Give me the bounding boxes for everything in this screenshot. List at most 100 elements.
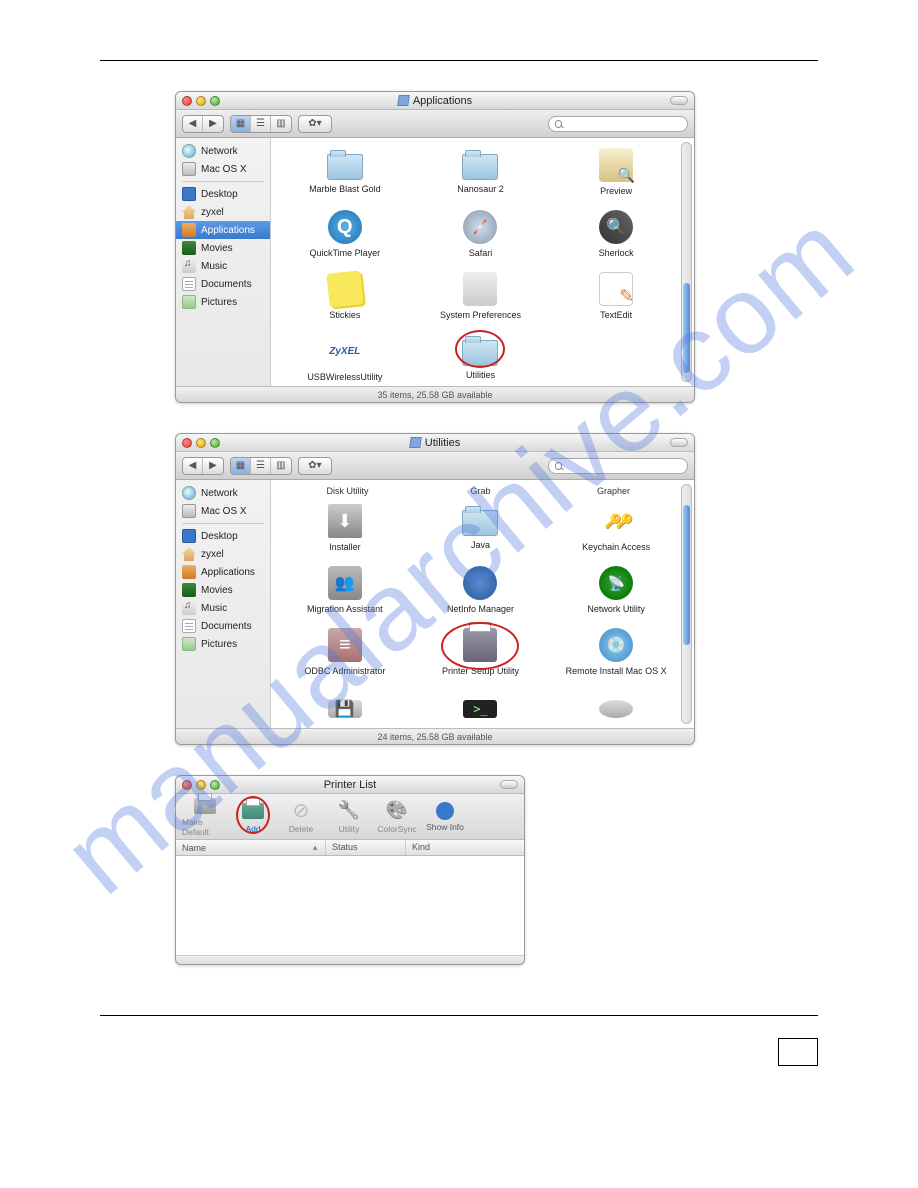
app-partial-1[interactable] <box>281 690 409 718</box>
app-printer-setup[interactable]: Printer Setup Utility <box>417 628 545 676</box>
app-netinfo[interactable]: NetInfo Manager <box>417 566 545 614</box>
titlebar[interactable]: Applications <box>176 92 694 110</box>
column-view-button[interactable]: ▥ <box>271 116 291 132</box>
sidebar-label: Network <box>201 146 238 157</box>
sidebar-item-network[interactable]: Network <box>176 484 270 502</box>
sidebar-label: Desktop <box>201 189 238 200</box>
app-sherlock[interactable]: Sherlock <box>552 210 680 258</box>
scrollbar[interactable] <box>681 142 692 382</box>
action-menu[interactable]: ✿▾ <box>298 457 332 475</box>
sidebar-item-desktop[interactable]: Desktop <box>176 185 270 203</box>
list-view-button[interactable]: ☰ <box>251 458 271 474</box>
column-headers: Name▲ Status Kind <box>176 840 524 856</box>
icon-view-button[interactable]: ▦ <box>231 458 251 474</box>
search-input[interactable] <box>566 460 681 471</box>
sidebar-label: Movies <box>201 585 233 596</box>
sysprefs-icon <box>463 272 497 306</box>
app-netutil[interactable]: Network Utility <box>552 566 680 614</box>
app-odbc[interactable]: ODBC Administrator <box>281 628 409 676</box>
search-input[interactable] <box>566 118 681 129</box>
sidebar-item-desktop[interactable]: Desktop <box>176 527 270 545</box>
content-pane[interactable]: Disk Utility Grab Grapher Installer Java… <box>271 480 694 728</box>
list-view-button[interactable]: ☰ <box>251 116 271 132</box>
app-utilities[interactable]: Utilities <box>417 334 545 382</box>
back-button[interactable]: ◀ <box>183 458 203 474</box>
content-pane[interactable]: Marble Blast Gold Nanosaur 2 Preview Qui… <box>271 138 694 386</box>
app-label: Migration Assistant <box>307 604 383 614</box>
sidebar-item-network[interactable]: Network <box>176 142 270 160</box>
app-remote-install[interactable]: Remote Install Mac OS X <box>552 628 680 676</box>
app-stickies[interactable]: Stickies <box>281 272 409 320</box>
app-nanosaur[interactable]: Nanosaur 2 <box>417 148 545 196</box>
footer <box>176 956 524 964</box>
sidebar-item-applications[interactable]: Applications <box>176 563 270 581</box>
sidebar-item-movies[interactable]: Movies <box>176 581 270 599</box>
delete-button[interactable]: Delete <box>278 796 324 837</box>
sidebar-separator <box>182 181 264 182</box>
forward-button[interactable]: ▶ <box>203 116 223 132</box>
app-migration[interactable]: Migration Assistant <box>281 566 409 614</box>
utility-button[interactable]: Utility <box>326 796 372 837</box>
sidebar-item-home[interactable]: zyxel <box>176 545 270 563</box>
netutil-icon <box>599 566 633 600</box>
add-button[interactable]: Add <box>230 796 276 837</box>
app-usbwireless[interactable]: ZyXELUSBWirelessUtility <box>281 334 409 382</box>
app-installer[interactable]: Installer <box>281 504 409 552</box>
app-label: System Preferences <box>440 310 521 320</box>
scrollbar[interactable] <box>681 484 692 724</box>
app-keychain[interactable]: Keychain Access <box>552 504 680 552</box>
scrollbar-thumb[interactable] <box>683 283 690 373</box>
titlebar[interactable]: Utilities <box>176 434 694 452</box>
titlebar[interactable]: Printer List <box>176 776 524 794</box>
search-field[interactable] <box>548 458 688 474</box>
app-sysprefs[interactable]: System Preferences <box>417 272 545 320</box>
app-java[interactable]: Java <box>417 504 545 552</box>
sidebar-item-applications[interactable]: Applications <box>176 221 270 239</box>
desktop-icon <box>182 187 196 201</box>
title-text: Applications <box>413 95 472 107</box>
sidebar-item-documents[interactable]: Documents <box>176 617 270 635</box>
sidebar-item-music[interactable]: Music <box>176 599 270 617</box>
show-info-button[interactable]: Show Info <box>422 796 468 837</box>
app-partial-3[interactable] <box>552 690 680 718</box>
col-status[interactable]: Status <box>326 840 406 855</box>
installer-icon <box>328 504 362 538</box>
back-button[interactable]: ◀ <box>183 116 203 132</box>
app-label: Nanosaur 2 <box>457 184 504 194</box>
colorsync-button[interactable]: ColorSync <box>374 796 420 837</box>
sidebar-item-documents[interactable]: Documents <box>176 275 270 293</box>
app-textedit[interactable]: TextEdit <box>552 272 680 320</box>
app-preview[interactable]: Preview <box>552 148 680 196</box>
app-label: USBWirelessUtility <box>307 372 382 382</box>
action-menu[interactable]: ✿▾ <box>298 115 332 133</box>
app-safari[interactable]: Safari <box>417 210 545 258</box>
scrollbar-thumb[interactable] <box>683 505 690 645</box>
sidebar-label: Documents <box>201 279 252 290</box>
forward-button[interactable]: ▶ <box>203 458 223 474</box>
make-default-button[interactable]: Make Default <box>182 796 228 837</box>
finder-utilities-window: Utilities ◀ ▶ ▦ ☰ ▥ ✿▾ Network Mac OS X … <box>175 433 695 745</box>
column-view-button[interactable]: ▥ <box>271 458 291 474</box>
sidebar-item-home[interactable]: zyxel <box>176 203 270 221</box>
icon-view-button[interactable]: ▦ <box>231 116 251 132</box>
app-quicktime[interactable]: QuickTime Player <box>281 210 409 258</box>
finder-body: Network Mac OS X Desktop zyxel Applicati… <box>176 138 694 386</box>
app-partial-2[interactable] <box>417 690 545 718</box>
sidebar-item-pictures[interactable]: Pictures <box>176 293 270 311</box>
textedit-icon <box>599 272 633 306</box>
app-marble-blast[interactable]: Marble Blast Gold <box>281 148 409 196</box>
sidebar-item-movies[interactable]: Movies <box>176 239 270 257</box>
finder-body: Network Mac OS X Desktop zyxel Applicati… <box>176 480 694 728</box>
toolbar: Make Default Add Delete Utility ColorSyn… <box>176 794 524 840</box>
app-label: NetInfo Manager <box>447 604 514 614</box>
printer-icon <box>463 628 497 662</box>
sidebar-item-music[interactable]: Music <box>176 257 270 275</box>
printer-list-body[interactable] <box>176 856 524 956</box>
col-name[interactable]: Name▲ <box>176 840 326 855</box>
sidebar-item-macosx[interactable]: Mac OS X <box>176 160 270 178</box>
printer-icon <box>241 800 265 822</box>
col-kind[interactable]: Kind <box>406 840 524 855</box>
sidebar-item-pictures[interactable]: Pictures <box>176 635 270 653</box>
sidebar-item-macosx[interactable]: Mac OS X <box>176 502 270 520</box>
search-field[interactable] <box>548 116 688 132</box>
